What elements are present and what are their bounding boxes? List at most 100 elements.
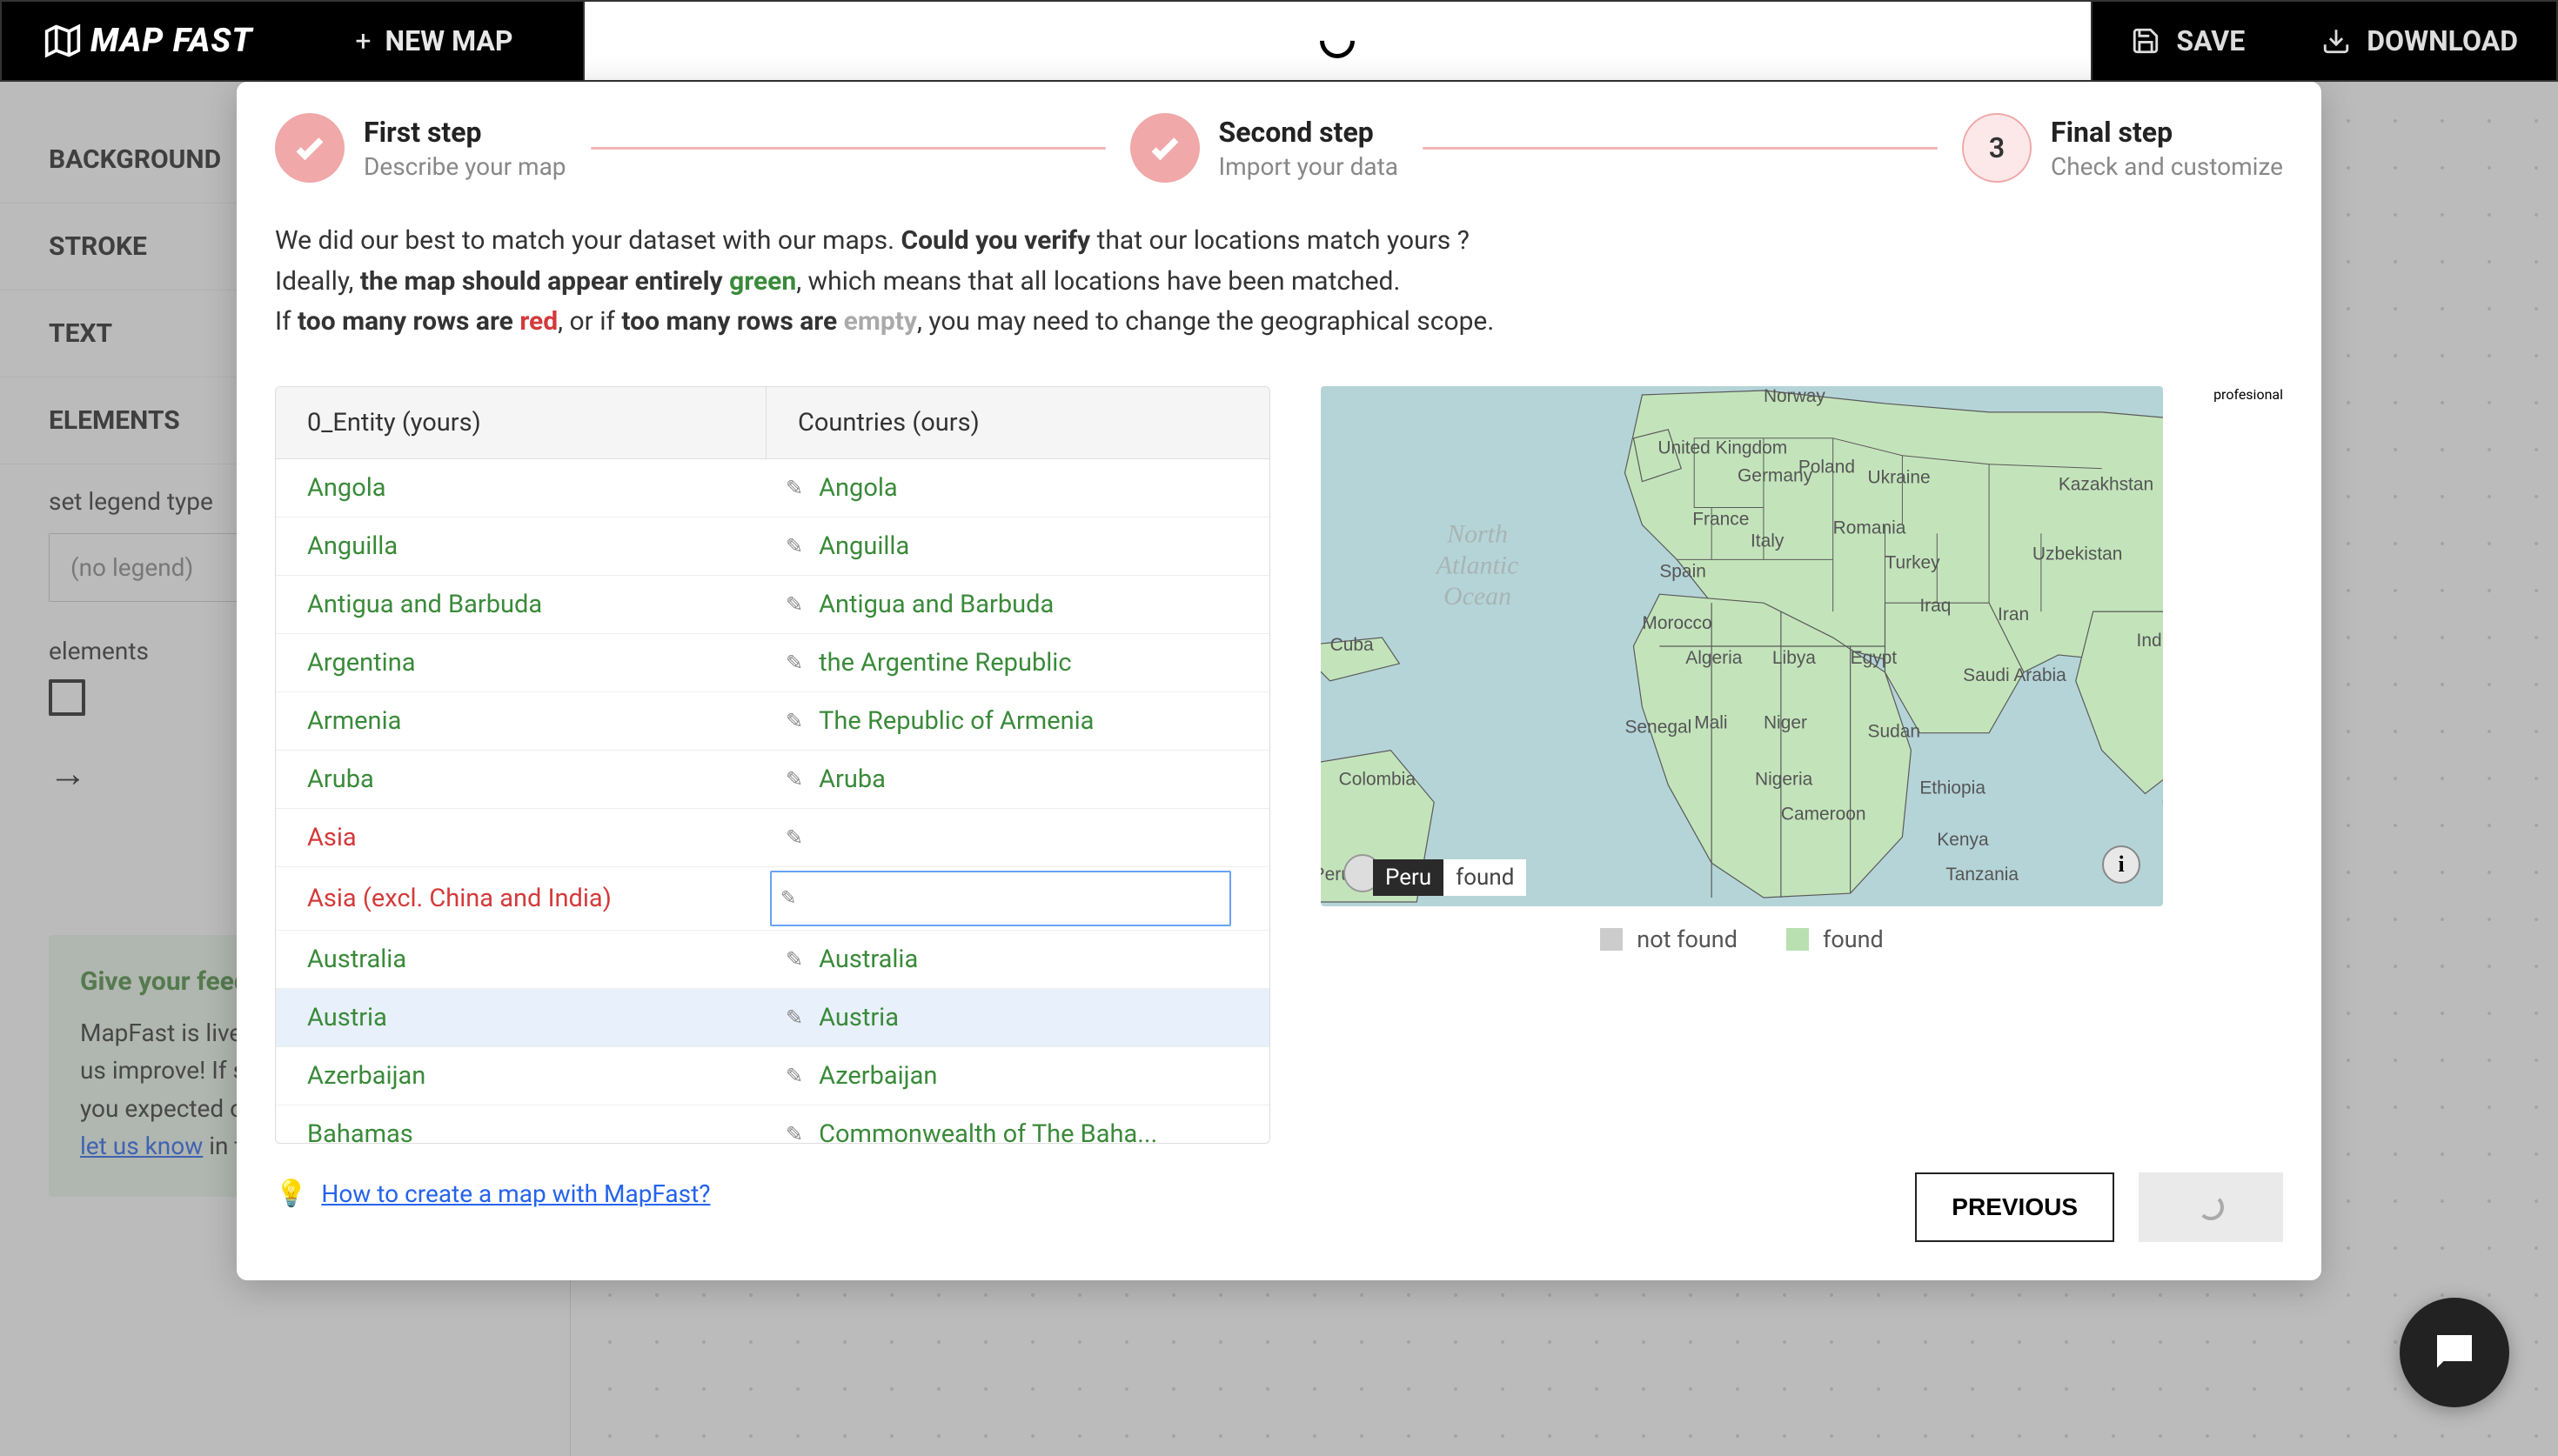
tooltip-status: found [1443, 859, 1526, 896]
row-ours-text: Antigua and Barbuda [819, 590, 1054, 619]
chat-icon [2428, 1326, 2481, 1379]
table-row[interactable]: Angola ✎ Angola [276, 459, 1269, 518]
row-ours-text: Angola [819, 473, 898, 503]
legend-notfound: not found [1600, 925, 1738, 953]
row-ours[interactable]: ✎Commonwealth of The Baha... [767, 1105, 1269, 1143]
step-3-number: 3 [1962, 113, 2032, 183]
wizard-modal: First step Describe your map Second step… [237, 82, 2321, 1280]
download-icon [2321, 26, 2351, 56]
pencil-icon: ✎ [786, 476, 803, 500]
next-button[interactable] [2139, 1172, 2283, 1242]
map-container: North Atlantic Ocean NorwayUnited Kingdo… [1321, 386, 2163, 906]
map-logo-icon [44, 22, 82, 60]
logo[interactable]: MAP FAST [2, 22, 294, 60]
stepper: First step Describe your map Second step… [275, 113, 2283, 183]
country-label: United Kingdom [1657, 437, 1787, 458]
country-label: Sudan [1868, 721, 1921, 741]
table-row[interactable]: Armenia✎The Republic of Armenia [276, 692, 1269, 751]
previous-button[interactable]: PREVIOUS [1915, 1172, 2114, 1242]
map-panel: North Atlantic Ocean NorwayUnited Kingdo… [1321, 386, 2163, 1144]
row-ours[interactable]: ✎Aruba [767, 751, 1269, 808]
row-ours[interactable]: ✎ Angola [767, 459, 1269, 517]
table-row[interactable]: Azerbaijan✎Azerbaijan [276, 1047, 1269, 1105]
table-row[interactable]: Austria✎Austria [276, 989, 1269, 1047]
col-yours: 0_Entity (yours) [276, 387, 767, 458]
step-2-title: Second step [1219, 116, 1398, 149]
row-ours[interactable]: ✎Austria [767, 989, 1269, 1046]
step-3: 3 Final step Check and customize [1962, 113, 2283, 183]
country-label: Morocco [1642, 613, 1711, 633]
row-ours[interactable]: ✎Anguilla [767, 518, 1269, 575]
country-label: France [1692, 509, 1749, 529]
map-info-icon[interactable]: i [2102, 845, 2140, 884]
row-yours: Asia (excl. China and India) [276, 870, 767, 927]
new-map-label: NEW MAP [385, 24, 513, 57]
step-line-1 [591, 147, 1106, 150]
col-ours: Countries (ours) [767, 387, 1269, 458]
table-row[interactable]: Asia (excl. China and India)✎ [276, 867, 1269, 931]
modal-overlay: First step Describe your map Second step… [0, 82, 2558, 1456]
step-2-check-icon [1130, 113, 1200, 183]
step-2-sub: Import your data [1219, 152, 1398, 181]
save-button[interactable]: SAVE [2093, 24, 2283, 57]
save-icon [2131, 26, 2160, 56]
country-label: Iraq [1919, 596, 1951, 616]
country-label: Cameroon [1781, 804, 1866, 824]
country-label: Norway [1764, 386, 1825, 406]
topbar: MAP FAST + NEW MAP SAVE DOWNLOAD [0, 0, 2558, 82]
row-ours-text: the Argentine Republic [819, 648, 1071, 678]
country-label: Egypt [1851, 647, 1898, 667]
row-ours[interactable]: ✎ [767, 867, 1269, 930]
preview-map[interactable]: North Atlantic Ocean NorwayUnited Kingdo… [1321, 386, 2163, 906]
save-label: SAVE [2176, 24, 2245, 57]
row-ours[interactable]: ✎ The Republic of Armenia [767, 692, 1269, 750]
row-ours[interactable]: ✎Azerbaijan [767, 1047, 1269, 1105]
table-row[interactable]: Anguilla✎Anguilla [276, 518, 1269, 576]
toolbar-center [583, 2, 2093, 80]
step-1-sub: Describe your map [364, 152, 566, 181]
logo-text: MAP FAST [90, 22, 252, 60]
pencil-icon: ✎ [786, 592, 803, 617]
match-input[interactable] [770, 871, 1231, 926]
country-label: Niger [1764, 712, 1807, 732]
country-label: Nigeria [1755, 769, 1813, 789]
row-ours-text: Azerbaijan [819, 1061, 937, 1091]
table-row[interactable]: Asia✎ [276, 809, 1269, 867]
row-ours[interactable]: ✎ [767, 811, 1269, 864]
table-row[interactable]: Australia✎Australia [276, 931, 1269, 989]
row-yours: Argentina [276, 634, 767, 691]
swatch-gray-icon [1600, 928, 1623, 951]
new-map-button[interactable]: + NEW MAP [294, 24, 582, 57]
svg-text:North: North [1446, 519, 1508, 548]
row-yours: Antigua and Barbuda [276, 576, 767, 633]
row-ours[interactable]: ✎ Antigua and Barbuda [767, 576, 1269, 633]
country-label: Poland [1798, 457, 1855, 477]
row-ours[interactable]: ✎Australia [767, 931, 1269, 988]
country-label: Kazakhstan [2059, 474, 2153, 494]
table-row[interactable]: Bahamas✎Commonwealth of The Baha... [276, 1105, 1269, 1143]
table-body[interactable]: Angola✎AngolaAnguilla✎AnguillaAntigua an… [276, 459, 1269, 1143]
table-row[interactable]: Antigua and Barbuda ✎ Antigua and Barbuda [276, 576, 1269, 634]
row-ours[interactable]: ✎ the Argentine Republic [767, 634, 1269, 691]
country-label: Uzbekistan [2032, 544, 2123, 564]
country-label: Ukraine [1868, 467, 1931, 487]
row-yours: Bahamas [276, 1105, 767, 1143]
pencil-icon: ✎ [786, 651, 803, 675]
table-row[interactable]: Argentina ✎ the Argentine Republic [276, 634, 1269, 692]
country-label: Spain [1659, 561, 1706, 581]
legend-found: found [1786, 925, 1884, 953]
row-yours: Angola [276, 459, 767, 517]
help-link[interactable]: How to create a map with MapFast? [321, 1179, 710, 1208]
row-yours: Aruba [276, 751, 767, 808]
country-label: Romania [1833, 518, 1906, 538]
row-ours-text: The Republic of Armenia [819, 706, 1094, 736]
country-label: Cuba [1330, 634, 1374, 654]
row-yours: Azerbaijan [276, 1047, 767, 1105]
chat-button[interactable] [2400, 1298, 2509, 1407]
table-row[interactable]: Aruba✎Aruba [276, 751, 1269, 809]
download-button[interactable]: DOWNLOAD [2283, 24, 2556, 57]
pencil-icon: ✎ [786, 709, 803, 733]
country-label: Senegal [1624, 717, 1691, 737]
pencil-icon: ✎ [786, 1122, 803, 1143]
pencil-icon: ✎ [786, 1005, 803, 1030]
